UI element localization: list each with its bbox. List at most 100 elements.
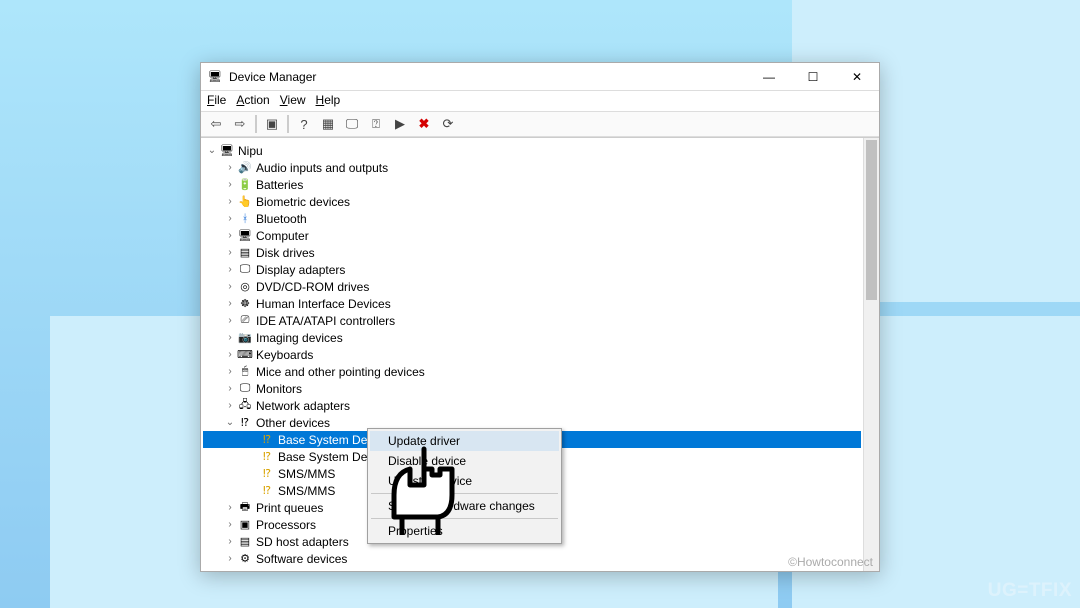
device-icon: ▣ — [237, 518, 253, 532]
tree-item[interactable]: ›☸Human Interface Devices — [203, 295, 861, 312]
context-item[interactable]: Disable device — [370, 451, 559, 471]
tree-item[interactable]: ›🖥Computer — [203, 227, 861, 244]
tree-item[interactable]: ›👆Biometric devices — [203, 193, 861, 210]
device-icon: 🖥 — [219, 144, 235, 158]
menu-view[interactable]: View — [280, 93, 306, 109]
chevron-right-icon[interactable]: › — [223, 298, 237, 309]
tree-item[interactable]: ›⌨Keyboards — [203, 346, 861, 363]
device-icon: ⁉ — [259, 484, 275, 498]
scroll-thumb[interactable] — [866, 140, 877, 300]
chevron-right-icon[interactable]: › — [223, 230, 237, 241]
tree-label: Bluetooth — [256, 212, 307, 226]
tree-label: Audio inputs and outputs — [256, 161, 388, 175]
tree-label: Mice and other pointing devices — [256, 365, 425, 379]
tree-label: SMS/MMS — [278, 484, 335, 498]
chevron-right-icon[interactable]: › — [223, 519, 237, 530]
tree-label: Batteries — [256, 178, 303, 192]
device-icon: ⁉ — [237, 416, 253, 430]
tree-label: Keyboards — [256, 348, 313, 362]
chevron-right-icon[interactable]: › — [223, 247, 237, 258]
tree-label: SD host adapters — [256, 535, 349, 549]
chevron-right-icon[interactable]: › — [223, 179, 237, 190]
tree-label: Network adapters — [256, 399, 350, 413]
device-icon: 🖧 — [237, 399, 253, 413]
chevron-down-icon[interactable]: ⌄ — [223, 417, 237, 428]
back-icon[interactable]: ⇦ — [205, 113, 227, 135]
watermark: ©Howtoconnect — [788, 555, 873, 569]
minimize-button[interactable]: — — [747, 63, 791, 91]
device-icon: ☸ — [237, 297, 253, 311]
tree-label: IDE ATA/ATAPI controllers — [256, 314, 395, 328]
context-item[interactable]: Properties — [370, 521, 559, 541]
help-icon[interactable]: ? — [293, 113, 315, 135]
tree-item[interactable]: ⌄🖥Nipu — [203, 142, 861, 159]
tree-label: Processors — [256, 518, 316, 532]
uninstall-icon[interactable]: ✖ — [413, 113, 435, 135]
device-icon: ⚙ — [237, 552, 253, 566]
tree-item[interactable]: ›ᚼBluetooth — [203, 210, 861, 227]
chevron-right-icon[interactable]: › — [223, 383, 237, 394]
device-icon: ◎ — [237, 280, 253, 294]
update-icon[interactable]: ⍰ — [365, 113, 387, 135]
menu-help[interactable]: Help — [316, 93, 341, 109]
device-icon: 📷 — [237, 331, 253, 345]
context-menu[interactable]: Update driverDisable deviceUninstall dev… — [367, 428, 562, 544]
menu-action[interactable]: Action — [236, 93, 269, 109]
tree-item[interactable]: ›▤Disk drives — [203, 244, 861, 261]
tree-item[interactable]: ›⎚IDE ATA/ATAPI controllers — [203, 312, 861, 329]
forward-icon[interactable]: ⇨ — [229, 113, 251, 135]
tree-label: Monitors — [256, 382, 302, 396]
monitor-icon[interactable]: 🖵 — [341, 113, 363, 135]
scrollbar[interactable] — [863, 138, 879, 571]
chevron-right-icon[interactable]: › — [223, 502, 237, 513]
tree-item[interactable]: ›🔊Audio inputs and outputs — [203, 159, 861, 176]
chevron-right-icon[interactable]: › — [223, 553, 237, 564]
chevron-right-icon[interactable]: › — [223, 536, 237, 547]
device-icon: 🖶 — [237, 501, 253, 515]
menu-file[interactable]: File — [207, 93, 226, 109]
enable-icon[interactable]: ▶ — [389, 113, 411, 135]
device-icon: ⎚ — [237, 314, 253, 328]
tree-label: Other devices — [256, 416, 330, 430]
refresh-icon[interactable]: ▦ — [317, 113, 339, 135]
tree-label: Imaging devices — [256, 331, 343, 345]
context-item[interactable]: Scan for hardware changes — [370, 496, 559, 516]
tree-item[interactable]: ›⚙Software devices — [203, 550, 861, 567]
chevron-right-icon[interactable]: › — [223, 400, 237, 411]
window-title: Device Manager — [229, 70, 747, 84]
tree-item[interactable]: ›🖵Monitors — [203, 380, 861, 397]
tree-item[interactable]: ›🖱Mice and other pointing devices — [203, 363, 861, 380]
maximize-button[interactable]: ☐ — [791, 63, 835, 91]
chevron-down-icon[interactable]: ⌄ — [205, 145, 219, 156]
menubar: File Action View Help — [201, 91, 879, 111]
device-icon: ⁉ — [259, 433, 275, 447]
scan-icon[interactable]: ⟳ — [437, 113, 459, 135]
tree-item[interactable]: ›◎DVD/CD-ROM drives — [203, 278, 861, 295]
tree-item[interactable]: ›🖵Display adapters — [203, 261, 861, 278]
chevron-right-icon[interactable]: › — [223, 349, 237, 360]
titlebar[interactable]: 🖥 Device Manager — ☐ ✕ — [201, 63, 879, 91]
device-icon: ▤ — [237, 246, 253, 260]
chevron-right-icon[interactable]: › — [223, 315, 237, 326]
device-icon: ⌨ — [237, 348, 253, 362]
chevron-right-icon[interactable]: › — [223, 281, 237, 292]
chevron-right-icon[interactable]: › — [223, 264, 237, 275]
toolbar-separator — [287, 115, 289, 133]
chevron-right-icon[interactable]: › — [223, 162, 237, 173]
tree-item[interactable]: ›🖧Network adapters — [203, 397, 861, 414]
show-hide-icon[interactable]: ▣ — [261, 113, 283, 135]
device-icon: 🖥 — [237, 229, 253, 243]
chevron-right-icon[interactable]: › — [223, 213, 237, 224]
tree-item[interactable]: ›📷Imaging devices — [203, 329, 861, 346]
device-icon: 🔊 — [237, 161, 253, 175]
chevron-right-icon[interactable]: › — [223, 366, 237, 377]
tree-label: Display adapters — [256, 263, 345, 277]
chevron-right-icon[interactable]: › — [223, 332, 237, 343]
app-icon: 🖥 — [207, 69, 223, 85]
close-button[interactable]: ✕ — [835, 63, 879, 91]
context-item[interactable]: Update driver — [370, 431, 559, 451]
toolbar-separator — [255, 115, 257, 133]
tree-item[interactable]: ›🔋Batteries — [203, 176, 861, 193]
context-item[interactable]: Uninstall device — [370, 471, 559, 491]
chevron-right-icon[interactable]: › — [223, 196, 237, 207]
